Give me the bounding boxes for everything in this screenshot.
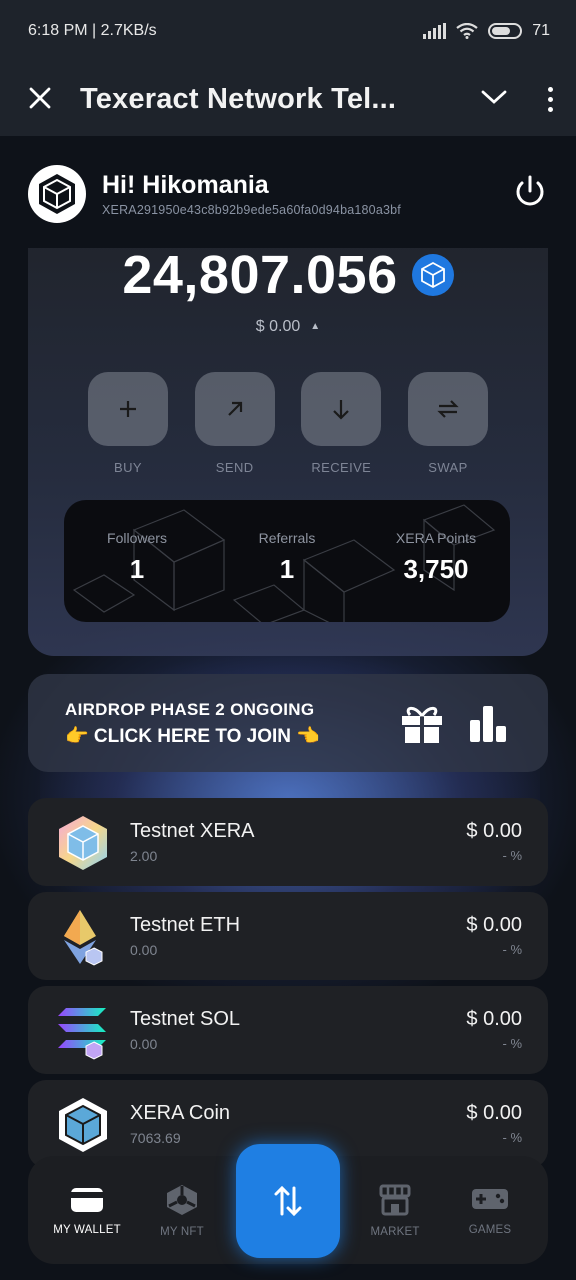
stat-points-label: XERA Points — [395, 530, 477, 546]
battery-level: 71 — [532, 22, 550, 39]
app-title: Texeract Network Tel... — [80, 82, 397, 115]
token-usd: $ 0.00 — [466, 914, 522, 936]
token-pct: - % — [502, 942, 523, 957]
stat-followers[interactable]: Followers 1 — [67, 530, 207, 585]
leaderboard-icon — [470, 706, 506, 742]
more-icon — [547, 86, 553, 92]
receive-label: RECEIVE — [311, 460, 372, 475]
nft-icon — [167, 1185, 197, 1215]
stat-xera-points[interactable]: XERA Points 3,750 — [366, 530, 506, 585]
logout-button[interactable] — [512, 174, 548, 215]
token-qty: 7063.69 — [130, 1130, 181, 1146]
stat-referrals-label: Referrals — [258, 530, 316, 546]
battery-icon — [488, 23, 523, 39]
expand-button[interactable] — [464, 89, 524, 110]
more-menu-button[interactable] — [524, 86, 576, 112]
close-icon — [29, 87, 51, 108]
token-pct: - % — [502, 848, 523, 863]
stat-followers-label: Followers — [107, 530, 167, 546]
signal-icon — [423, 23, 447, 39]
buy-label: BUY — [114, 460, 142, 475]
status-icons: 71 — [423, 22, 550, 40]
stat-points-value: 3,750 — [403, 554, 469, 584]
action-buttons: BUY SEND RECEIVE SWAP — [88, 372, 488, 475]
token-name: Testnet ETH — [130, 914, 241, 936]
market-icon — [379, 1184, 411, 1216]
airdrop-title: AIRDROP PHASE 2 ONGOING — [65, 700, 315, 719]
wallet-main: Hi! Hikomania XERA291950e43c8b92b9ede5a6… — [0, 136, 576, 1280]
token-usd: $ 0.00 — [466, 1008, 522, 1030]
arrow-down-icon — [333, 400, 350, 420]
buy-button[interactable] — [88, 372, 168, 446]
profile-header: Hi! Hikomania XERA291950e43c8b92b9ede5a6… — [28, 164, 548, 224]
caret-up-icon[interactable]: ▲ — [310, 321, 320, 332]
nav-market-label: MARKET — [370, 1226, 420, 1238]
balance-card: 24,807.056 $ 0.00 ▲ BUY SEND RECEIVE SWA… — [28, 245, 548, 656]
stat-followers-value: 1 — [129, 554, 145, 584]
token-row-testnet-eth[interactable]: Testnet ETH 0.00 $ 0.00 - % — [28, 892, 548, 980]
xera-coin-icon — [59, 1098, 107, 1152]
gamepad-icon — [472, 1189, 508, 1209]
status-bar: 6:18 PM | 2.7KB/s 71 — [0, 0, 576, 62]
greeting: Hi! Hikomania — [102, 171, 269, 199]
stats-panel: Followers 1 Referrals 1 XERA Points 3,75… — [64, 500, 510, 622]
sol-icon — [58, 1008, 106, 1060]
token-usd: $ 0.00 — [466, 820, 522, 842]
swap-arrows-icon — [437, 400, 459, 418]
app-bar: Texeract Network Tel... — [0, 62, 576, 136]
send-button[interactable] — [194, 372, 275, 446]
nav-my-nft[interactable]: MY NFT — [137, 1184, 227, 1238]
token-name: Testnet XERA — [130, 820, 255, 842]
stat-referrals[interactable]: Referrals 1 — [217, 530, 357, 585]
nav-market[interactable]: MARKET — [350, 1184, 440, 1238]
wallet-icon — [71, 1188, 103, 1212]
gift-icon — [402, 706, 442, 743]
wallet-address[interactable]: XERA291950e43c8b92b9ede5a60fa0d94ba180a3… — [102, 203, 401, 217]
close-button[interactable] — [0, 80, 80, 119]
token-pct: - % — [502, 1036, 523, 1051]
token-row-testnet-sol[interactable]: Testnet SOL 0.00 $ 0.00 - % — [28, 986, 548, 1074]
airdrop-banner[interactable]: AIRDROP PHASE 2 ONGOING 👉 CLICK HERE TO … — [28, 674, 548, 772]
nav-my-wallet[interactable]: MY WALLET — [42, 1184, 132, 1236]
swap-label: SWAP — [428, 460, 468, 475]
receive-button[interactable] — [301, 372, 382, 446]
token-row-testnet-xera[interactable]: Testnet XERA 2.00 $ 0.00 - % — [28, 798, 548, 886]
swap-action[interactable]: SWAP — [407, 372, 488, 475]
nav-wallet-label: MY WALLET — [53, 1224, 121, 1236]
airdrop-cta: 👉 CLICK HERE TO JOIN 👈 — [65, 726, 320, 747]
nav-nft-label: MY NFT — [160, 1226, 204, 1238]
balance-fiat: $ 0.00 — [255, 318, 301, 335]
eth-icon — [64, 910, 103, 966]
token-qty: 0.00 — [130, 942, 158, 958]
nav-games[interactable]: GAMES — [445, 1184, 535, 1236]
send-action[interactable]: SEND — [194, 372, 275, 475]
arrow-up-right-icon — [227, 401, 242, 416]
balance-amount: 24,807.056 — [122, 245, 398, 305]
status-time: 6:18 PM | 2.7KB/s — [28, 22, 157, 39]
token-pct: - % — [502, 1130, 523, 1145]
transfer-button[interactable] — [236, 1144, 340, 1258]
power-icon — [516, 175, 544, 206]
receive-action[interactable]: RECEIVE — [301, 372, 382, 475]
swap-button[interactable] — [407, 372, 488, 446]
chevron-down-icon — [481, 90, 507, 104]
xera-testnet-icon — [59, 816, 107, 870]
stat-referrals-value: 1 — [279, 554, 295, 584]
token-name: XERA Coin — [130, 1102, 231, 1124]
token-qty: 2.00 — [130, 848, 158, 864]
plus-icon — [120, 401, 136, 417]
nav-games-label: GAMES — [468, 1224, 512, 1236]
wifi-icon — [456, 23, 478, 39]
transfer-arrows-icon — [274, 1185, 302, 1217]
xera-coin-icon — [411, 254, 454, 296]
token-usd: $ 0.00 — [466, 1102, 522, 1124]
xera-logo — [28, 165, 86, 223]
token-qty: 0.00 — [130, 1036, 158, 1052]
token-name: Testnet SOL — [130, 1008, 241, 1030]
send-label: SEND — [215, 460, 254, 475]
buy-action[interactable]: BUY — [88, 372, 168, 475]
